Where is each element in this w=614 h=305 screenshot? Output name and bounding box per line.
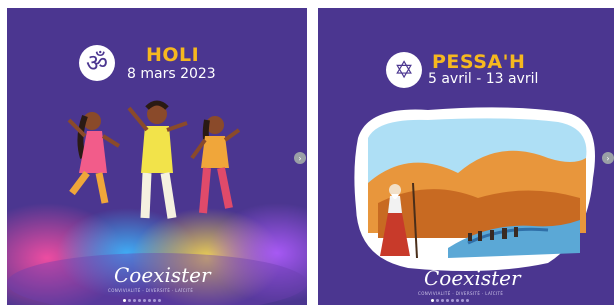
carousel-dots: [431, 299, 469, 302]
carousel-dot[interactable]: [138, 299, 141, 302]
carousel-dot[interactable]: [451, 299, 454, 302]
event-title: HOLI: [146, 44, 200, 66]
next-arrow-icon[interactable]: ›: [294, 152, 306, 164]
carousel-dot[interactable]: [123, 299, 126, 302]
carousel-dot[interactable]: [143, 299, 146, 302]
event-date: 8 mars 2023: [127, 66, 216, 82]
star-of-david-icon: ✡: [386, 52, 422, 88]
carousel-dot[interactable]: [148, 299, 151, 302]
carousel-dot[interactable]: [133, 299, 136, 302]
om-icon: ॐ: [79, 45, 115, 81]
carousel-dot[interactable]: [431, 299, 434, 302]
carousel-dot[interactable]: [158, 299, 161, 302]
holi-card[interactable]: ॐ HOLI 8 mars 2023 Coexister CONVIVIALIT…: [7, 8, 307, 305]
event-title: PESSA'H: [432, 51, 526, 73]
coexister-logo: Coexister: [424, 266, 521, 290]
carousel-dot[interactable]: [153, 299, 156, 302]
carousel-dot[interactable]: [466, 299, 469, 302]
carousel-dot[interactable]: [456, 299, 459, 302]
carousel-dot[interactable]: [436, 299, 439, 302]
carousel-dots: [123, 299, 161, 302]
carousel-dot[interactable]: [128, 299, 131, 302]
carousel-dot[interactable]: [461, 299, 464, 302]
carousel-dot[interactable]: [446, 299, 449, 302]
event-date: 5 avril - 13 avril: [428, 71, 539, 87]
logo-tagline: CONVIVIALITÉ · DIVERSITÉ · LAÏCITÉ: [108, 288, 194, 293]
logo-tagline: CONVIVIALITÉ · DIVERSITÉ · LAÏCITÉ: [418, 291, 504, 296]
pessah-card[interactable]: ✡ PESSA'H 5 avril - 13 avril Coexister C…: [318, 8, 614, 305]
coexister-logo: Coexister: [114, 263, 211, 287]
next-arrow-icon[interactable]: ›: [602, 152, 614, 164]
carousel-dot[interactable]: [441, 299, 444, 302]
